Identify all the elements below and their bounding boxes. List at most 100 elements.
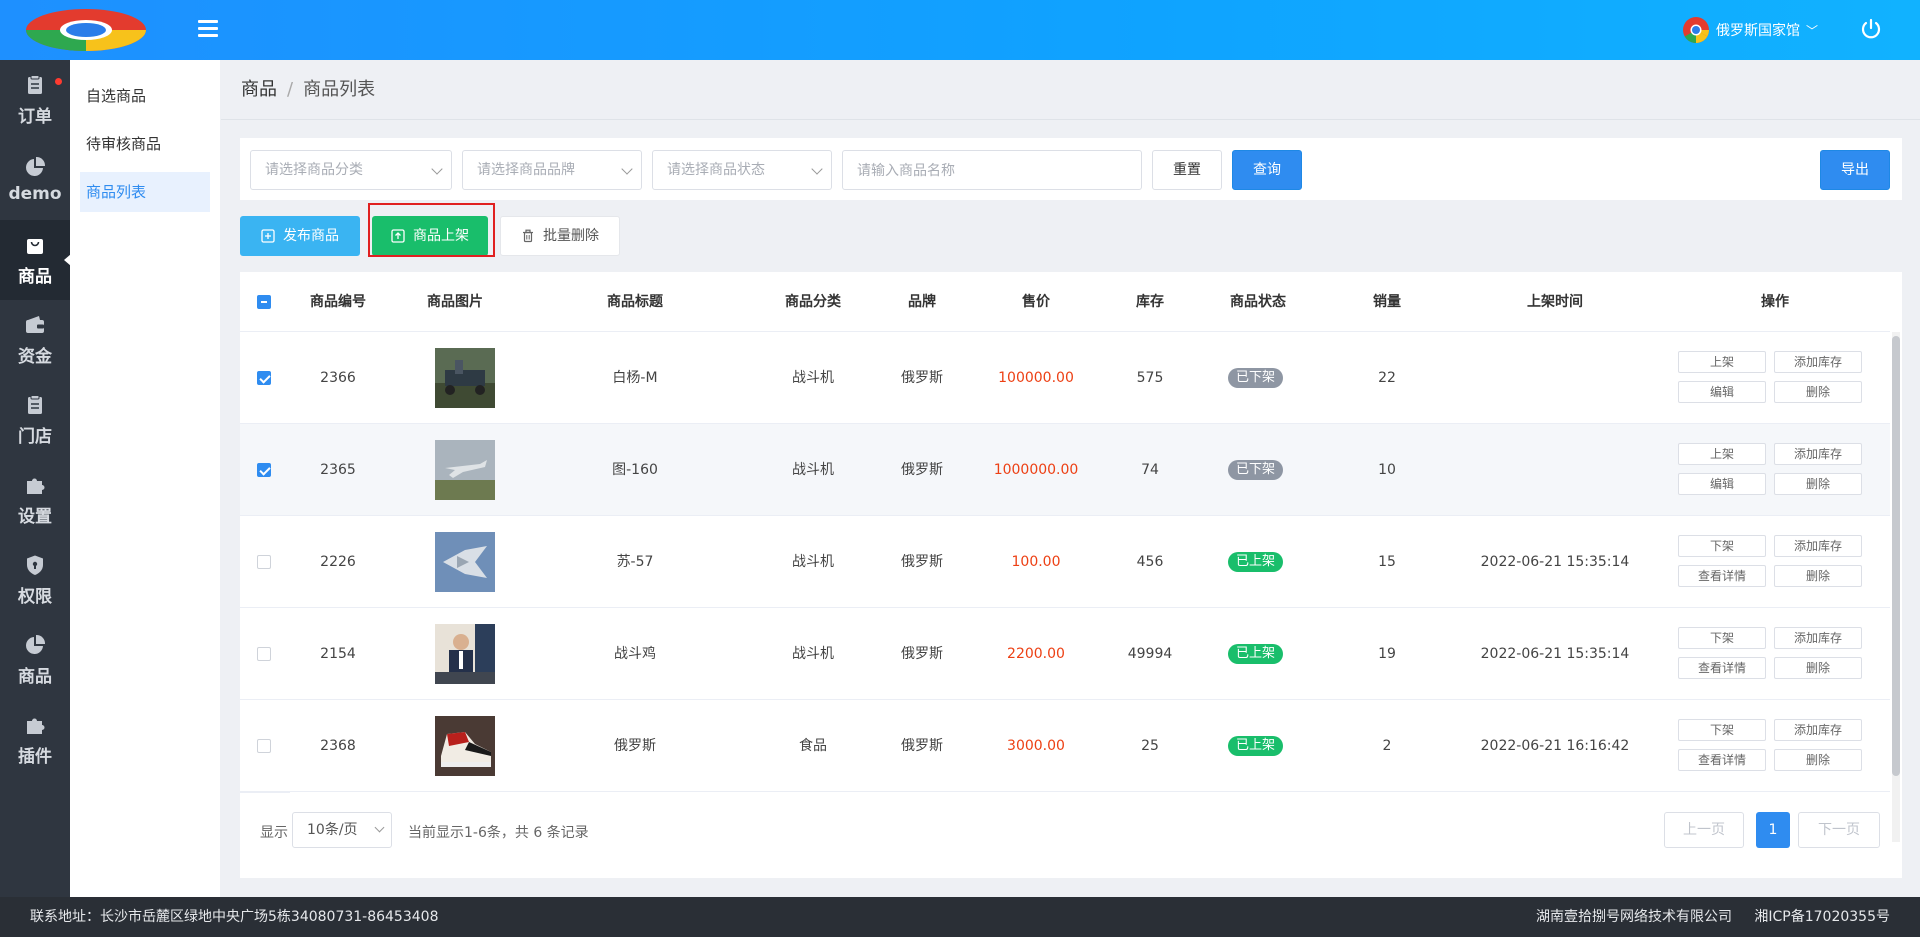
unshelve-button[interactable]: 下架 bbox=[1678, 535, 1766, 557]
category-select-placeholder: 请选择商品分类 bbox=[265, 162, 363, 178]
chevron-down-icon: ﹀ bbox=[1805, 23, 1818, 38]
goods-category: 战斗机 bbox=[792, 646, 834, 662]
nav-item-goods-2[interactable]: 商品 bbox=[0, 620, 70, 700]
chevron-down-icon bbox=[621, 163, 633, 175]
nav-item-settings[interactable]: 设置 bbox=[0, 460, 70, 540]
trash-icon bbox=[523, 229, 533, 243]
select-all-checkbox[interactable] bbox=[257, 295, 271, 309]
left-nav: 订单 demo 商品 资金 门店 设置 权限 商品 插件 bbox=[0, 60, 71, 897]
chevron-down-icon bbox=[374, 822, 385, 833]
row-checkbox[interactable] bbox=[257, 371, 271, 385]
goods-shelf-time: 2022-06-21 16:16:42 bbox=[1480, 738, 1630, 754]
chevron-down-icon bbox=[431, 163, 443, 175]
nav-item-permissions[interactable]: 权限 bbox=[0, 540, 70, 620]
table-row[interactable]: 2366 白杨-M 战斗机 俄罗斯 100000.00 575 已下架 22 上… bbox=[240, 332, 1890, 424]
category-select[interactable]: 请选择商品分类 bbox=[250, 150, 452, 190]
brand-select[interactable]: 请选择商品品牌 bbox=[462, 150, 642, 190]
goods-name-input[interactable] bbox=[842, 150, 1142, 190]
col-header: 上架时间 bbox=[1527, 294, 1583, 310]
row-checkbox[interactable] bbox=[257, 647, 271, 661]
delete-button[interactable]: 删除 bbox=[1774, 473, 1862, 495]
view-details-button[interactable]: 查看详情 bbox=[1678, 749, 1766, 771]
nav-item-goods[interactable]: 商品 bbox=[0, 220, 71, 300]
add-stock-button[interactable]: 添加库存 bbox=[1774, 443, 1862, 465]
subnav-item-goods-list[interactable]: 商品列表 bbox=[80, 172, 210, 212]
subnav-item-selected-goods[interactable]: 自选商品 bbox=[80, 76, 210, 116]
goods-id: 2154 bbox=[320, 646, 356, 662]
nav-item-orders[interactable]: 订单 bbox=[0, 60, 70, 140]
table-row[interactable]: 2368 俄罗斯 食品 俄罗斯 3000.00 25 已上架 2 2022-06… bbox=[240, 700, 1890, 792]
reset-button[interactable]: 重置 bbox=[1152, 150, 1222, 190]
user-menu[interactable]: 俄罗斯国家馆 ﹀ bbox=[1682, 16, 1818, 44]
pie-chart-icon bbox=[26, 156, 46, 176]
goods-image[interactable] bbox=[435, 716, 495, 776]
subnav-item-pending-review[interactable]: 待审核商品 bbox=[80, 124, 210, 164]
browser-logo[interactable] bbox=[24, 8, 148, 52]
notification-dot bbox=[55, 78, 62, 85]
nav-label: 资金 bbox=[18, 346, 52, 367]
table-row[interactable]: 2154 战斗鸡 战斗机 俄罗斯 2200.00 49994 已上架 19 20… bbox=[240, 608, 1890, 700]
col-header: 品牌 bbox=[908, 294, 936, 310]
add-stock-button[interactable]: 添加库存 bbox=[1774, 719, 1862, 741]
status-select[interactable]: 请选择商品状态 bbox=[652, 150, 832, 190]
goods-title: 战斗鸡 bbox=[614, 646, 656, 662]
goods-sales: 22 bbox=[1378, 370, 1396, 386]
col-header: 售价 bbox=[1022, 294, 1050, 310]
breadcrumb-root[interactable]: 商品 bbox=[241, 79, 277, 100]
shelve-button[interactable]: 上架 bbox=[1678, 443, 1766, 465]
goods-image[interactable] bbox=[435, 624, 495, 684]
shelve-goods-button[interactable]: 商品上架 bbox=[372, 216, 488, 256]
col-header: 商品状态 bbox=[1230, 294, 1286, 310]
footer-icp[interactable]: 湘ICP备17020355号 bbox=[1754, 897, 1890, 937]
next-page-button[interactable]: 下一页 bbox=[1798, 812, 1880, 848]
goods-title: 苏-57 bbox=[616, 554, 654, 570]
add-stock-button[interactable]: 添加库存 bbox=[1774, 351, 1862, 373]
row-checkbox[interactable] bbox=[257, 739, 271, 753]
add-stock-button[interactable]: 添加库存 bbox=[1774, 535, 1862, 557]
table-row[interactable]: 2365 图-160 战斗机 俄罗斯 1000000.00 74 已下架 10 … bbox=[240, 424, 1890, 516]
view-details-button[interactable]: 查看详情 bbox=[1678, 565, 1766, 587]
delete-button[interactable]: 删除 bbox=[1774, 381, 1862, 403]
goods-image[interactable] bbox=[435, 440, 495, 500]
goods-category: 战斗机 bbox=[792, 462, 834, 478]
table-row[interactable]: 2226 苏-57 战斗机 俄罗斯 100.00 456 已上架 15 2022… bbox=[240, 516, 1890, 608]
edit-button[interactable]: 编辑 bbox=[1678, 473, 1766, 495]
nav-item-funds[interactable]: 资金 bbox=[0, 300, 70, 380]
batch-delete-button[interactable]: 批量删除 bbox=[500, 216, 620, 256]
puzzle-icon bbox=[27, 718, 45, 734]
status-badge: 已上架 bbox=[1228, 736, 1284, 756]
nav-item-plugins[interactable]: 插件 bbox=[0, 700, 70, 780]
power-icon[interactable] bbox=[1860, 18, 1882, 40]
goods-brand: 俄罗斯 bbox=[901, 462, 943, 478]
goods-stock: 74 bbox=[1141, 462, 1159, 478]
nav-item-demo[interactable]: demo bbox=[0, 140, 70, 220]
export-button[interactable]: 导出 bbox=[1820, 150, 1890, 190]
unshelve-button[interactable]: 下架 bbox=[1678, 719, 1766, 741]
publish-goods-button[interactable]: 发布商品 bbox=[240, 216, 360, 256]
row-checkbox[interactable] bbox=[257, 555, 271, 569]
delete-button[interactable]: 删除 bbox=[1774, 565, 1862, 587]
row-checkbox[interactable] bbox=[257, 463, 271, 477]
pagination: 显示 10条/页 当前显示1-6条，共 6 条记录 上一页 1 下一页 bbox=[240, 792, 1902, 878]
nav-item-stores[interactable]: 门店 bbox=[0, 380, 70, 460]
goods-image[interactable] bbox=[435, 532, 495, 592]
goods-brand: 俄罗斯 bbox=[901, 370, 943, 386]
goods-stock: 456 bbox=[1136, 554, 1164, 570]
shelve-button[interactable]: 上架 bbox=[1678, 351, 1766, 373]
table-scrollbar-thumb[interactable] bbox=[1892, 336, 1900, 776]
goods-id: 2368 bbox=[320, 738, 356, 754]
goods-shelf-time bbox=[1465, 424, 1645, 516]
delete-button[interactable]: 删除 bbox=[1774, 749, 1862, 771]
query-button[interactable]: 查询 bbox=[1232, 150, 1302, 190]
page-number-1[interactable]: 1 bbox=[1756, 812, 1790, 848]
edit-button[interactable]: 编辑 bbox=[1678, 381, 1766, 403]
status-badge: 已上架 bbox=[1228, 644, 1284, 664]
prev-page-button[interactable]: 上一页 bbox=[1664, 812, 1744, 848]
hamburger-icon[interactable] bbox=[198, 20, 218, 40]
delete-button[interactable]: 删除 bbox=[1774, 657, 1862, 679]
view-details-button[interactable]: 查看详情 bbox=[1678, 657, 1766, 679]
unshelve-button[interactable]: 下架 bbox=[1678, 627, 1766, 649]
page-size-select[interactable]: 10条/页 bbox=[292, 812, 392, 848]
add-stock-button[interactable]: 添加库存 bbox=[1774, 627, 1862, 649]
goods-image[interactable] bbox=[435, 348, 495, 408]
